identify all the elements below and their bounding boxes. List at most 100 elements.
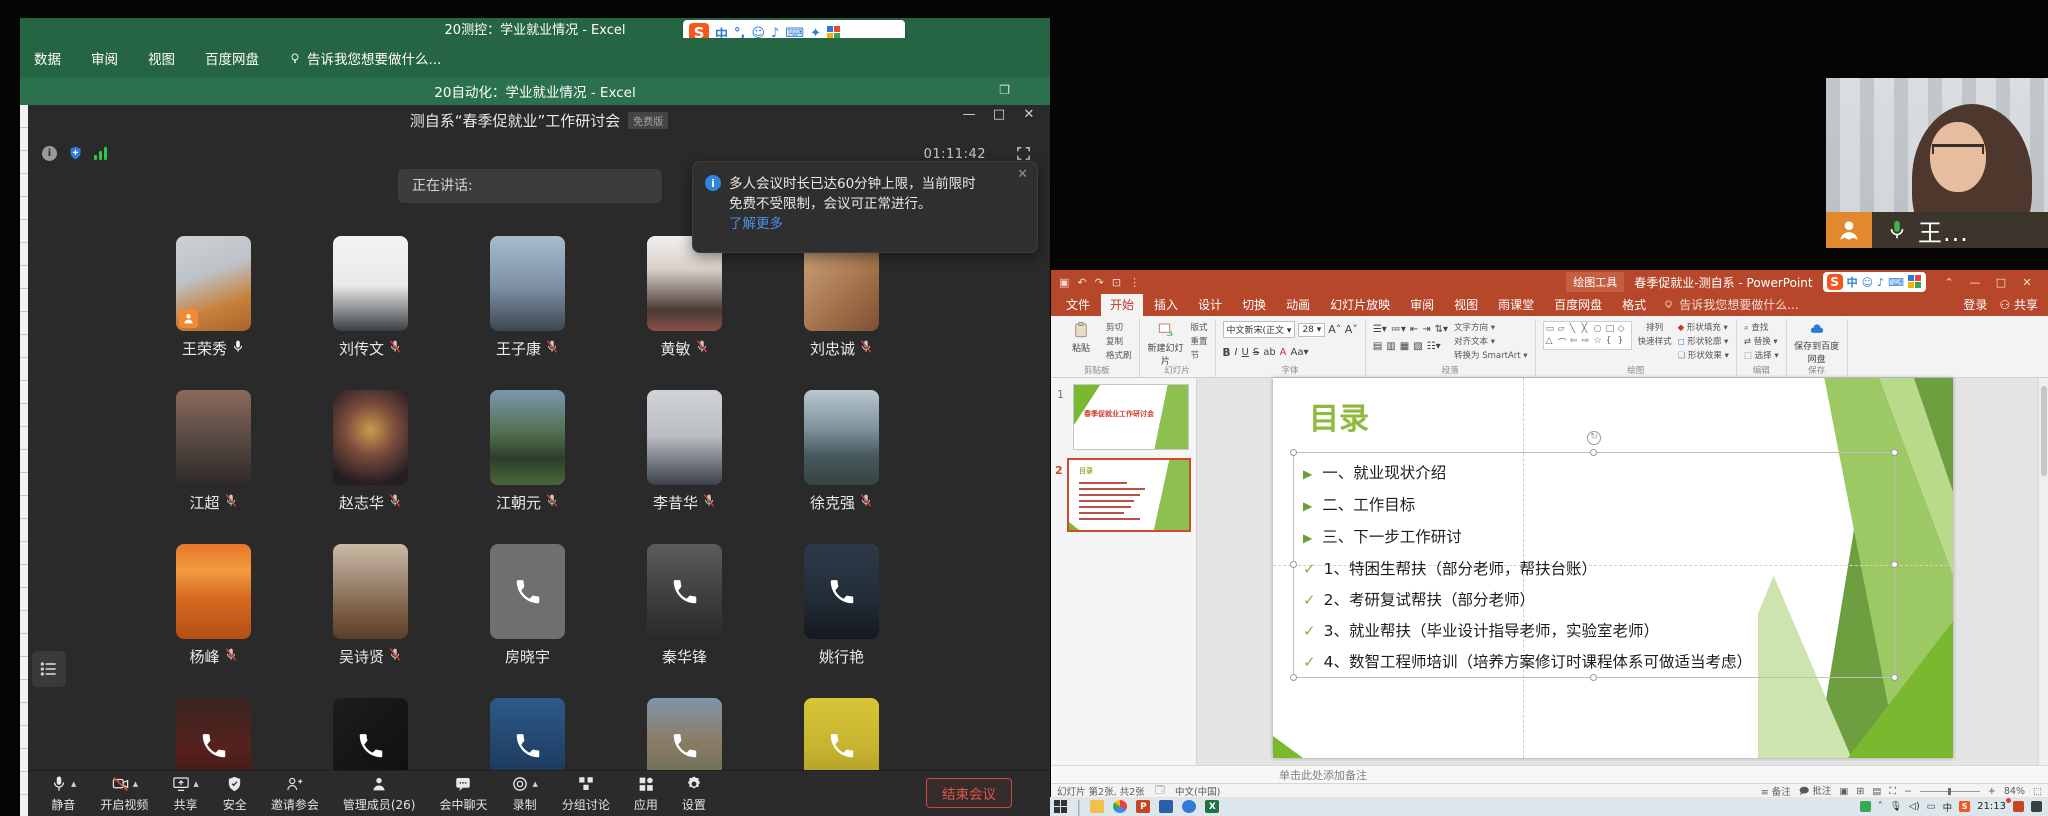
font-size-select[interactable]: 28 ▾ bbox=[1298, 323, 1325, 337]
redo-icon[interactable]: ↷ bbox=[1095, 276, 1104, 289]
ppt-minimize-button[interactable]: — bbox=[1962, 276, 1988, 289]
participant-tile[interactable]: 姚行艳 bbox=[763, 544, 920, 698]
replace-button[interactable]: ⇄ 替换 ▾ bbox=[1744, 335, 1779, 347]
quick-styles-button[interactable]: 快速样式 bbox=[1638, 335, 1672, 347]
ppt-tab-审阅[interactable]: 审阅 bbox=[1401, 293, 1443, 316]
close-button[interactable]: ✕ bbox=[1014, 107, 1044, 122]
ppt-tab-设计[interactable]: 设计 bbox=[1189, 293, 1231, 316]
end-meeting-button[interactable]: 结束会议 bbox=[926, 778, 1012, 808]
tray-volume-icon[interactable]: ◁) bbox=[1909, 801, 1920, 812]
toolbar-settings-button[interactable]: 设置 bbox=[682, 775, 706, 813]
resize-handle[interactable] bbox=[1590, 449, 1597, 456]
new-slide-button[interactable]: 新建幻灯片 bbox=[1147, 321, 1185, 367]
participant-tile[interactable]: 秦华锋 bbox=[606, 544, 763, 698]
clock[interactable]: 21:13 bbox=[1977, 801, 2006, 812]
toolbar-breakout-button[interactable]: 分组讨论 bbox=[562, 775, 610, 813]
excel-taskbar-icon[interactable]: X bbox=[1205, 800, 1219, 813]
ppt-tab-插入[interactable]: 插入 bbox=[1145, 293, 1187, 316]
powerpoint-taskbar-icon[interactable]: P bbox=[1136, 800, 1150, 813]
network-signal-icon[interactable] bbox=[94, 147, 107, 160]
minimize-button[interactable]: — bbox=[954, 107, 984, 122]
participant-tile[interactable]: 房晓宇 bbox=[449, 544, 606, 698]
ribbon-display-options-icon[interactable]: ⌃ bbox=[1936, 276, 1962, 289]
zoom-in-button[interactable]: + bbox=[1988, 786, 1996, 797]
view-slideshow-icon[interactable]: ⛶ bbox=[1889, 786, 1896, 797]
ime-emoji-icon[interactable]: ☺ bbox=[1862, 276, 1873, 289]
copy-button[interactable]: 复制 bbox=[1106, 335, 1132, 347]
participant-tile[interactable]: 刘传文 bbox=[292, 236, 449, 390]
undo-icon[interactable]: ↶ bbox=[1077, 276, 1086, 289]
align-buttons[interactable]: ▤▥▦▧☷▾ bbox=[1373, 341, 1448, 352]
ppt-tab-格式[interactable]: 格式 bbox=[1613, 293, 1655, 316]
participant-tile[interactable]: 江超 bbox=[135, 390, 292, 544]
zoom-out-button[interactable]: − bbox=[1904, 786, 1912, 797]
login-link[interactable]: 登录 bbox=[1963, 296, 1987, 313]
slide-title[interactable]: 目录 bbox=[1309, 394, 1369, 438]
resize-handle[interactable] bbox=[1891, 674, 1898, 681]
file-explorer-icon[interactable] bbox=[1090, 800, 1104, 813]
language-status[interactable]: 中文(中国) bbox=[1175, 784, 1220, 798]
participant-tile[interactable]: 李昔华 bbox=[606, 390, 763, 544]
resize-handle[interactable] bbox=[1891, 561, 1898, 568]
resize-handle[interactable] bbox=[1290, 449, 1297, 456]
qat-more-icon[interactable]: ⋮ bbox=[1129, 276, 1140, 289]
save-to-pan-button[interactable]: 保存到百度网盘 bbox=[1794, 321, 1840, 365]
tray-mic-icon[interactable]: 🎙 bbox=[1890, 801, 1902, 812]
participant-tile[interactable]: 赵志华 bbox=[292, 390, 449, 544]
excel-restore-icon[interactable]: ❐ bbox=[999, 83, 1010, 97]
ppt-tab-视图[interactable]: 视图 bbox=[1445, 293, 1487, 316]
ppt-tellme[interactable]: 告诉我您想要做什么... bbox=[1663, 296, 1798, 316]
ime-chinese-mode-icon[interactable]: 中 bbox=[1847, 274, 1858, 290]
tray-expand-icon[interactable]: ˄ bbox=[1878, 801, 1883, 812]
tray-sogou-icon[interactable]: S bbox=[1959, 801, 1970, 812]
ppt-tab-百度网盘[interactable]: 百度网盘 bbox=[1545, 293, 1611, 316]
slide-thumbnail-1[interactable]: 春季促就业工作研讨会 bbox=[1073, 384, 1189, 450]
resize-handle[interactable] bbox=[1290, 561, 1297, 568]
ime-skin-grid-icon[interactable] bbox=[1908, 275, 1922, 289]
select-button[interactable]: ⬚ 选择 ▾ bbox=[1744, 349, 1779, 361]
caret-icon[interactable]: ▲ bbox=[71, 780, 76, 788]
caret-icon[interactable]: ▲ bbox=[193, 780, 198, 788]
view-normal-icon[interactable]: ▣ bbox=[1839, 786, 1848, 797]
shapes-gallery[interactable]: ▭▱╲╳○□◇ △⌒⇦⇨☆{} bbox=[1543, 321, 1632, 350]
participant-tile[interactable]: 杨峰 bbox=[135, 544, 292, 698]
ppt-tab-文件[interactable]: 文件 bbox=[1057, 293, 1099, 316]
excel-tab-数据[interactable]: 数据 bbox=[34, 48, 61, 68]
text-direction-button[interactable]: 文字方向 ▾ bbox=[1454, 321, 1528, 333]
ppt-close-button[interactable]: ✕ bbox=[2014, 276, 2040, 289]
shape-outline-button[interactable]: ◻ 形状轮廓 ▾ bbox=[1678, 335, 1729, 347]
view-reading-icon[interactable]: ▤ bbox=[1872, 786, 1881, 797]
toolbar-share-button[interactable]: ▲共享 bbox=[172, 775, 198, 813]
toolbar-members-button[interactable]: 管理成员(26) bbox=[343, 775, 416, 813]
font-style-buttons[interactable]: BIUSabAAa▾ bbox=[1223, 347, 1309, 359]
reset-button[interactable]: 重置 bbox=[1191, 335, 1208, 347]
learn-more-link[interactable]: 了解更多 bbox=[729, 216, 783, 232]
layout-button[interactable]: 版式 bbox=[1191, 321, 1208, 333]
slide-thumbnail-2[interactable]: 目录 bbox=[1067, 458, 1191, 532]
arrange-button[interactable]: 排列 bbox=[1646, 321, 1663, 333]
meeting-titlebar[interactable]: 测自系“春季促就业”工作研讨会 免费版 — □ ✕ bbox=[28, 105, 1050, 135]
quick-access-toolbar[interactable]: ▣ ↶ ↷ ⊡ ⋮ bbox=[1059, 276, 1140, 289]
sogou-logo-icon[interactable]: S bbox=[1827, 274, 1843, 290]
tray-ppt-icon[interactable] bbox=[2013, 801, 2024, 812]
participant-tile[interactable]: 黄敏 bbox=[606, 236, 763, 390]
excel-tab-百度网盘[interactable]: 百度网盘 bbox=[205, 48, 259, 68]
excel-tellme[interactable]: 告诉我您想要做什么... bbox=[289, 48, 441, 68]
align-text-button[interactable]: 对齐文本 ▾ bbox=[1454, 335, 1528, 347]
ppt-tab-幻灯片放映[interactable]: 幻灯片放映 bbox=[1321, 293, 1399, 316]
chrome-icon[interactable] bbox=[1113, 800, 1127, 813]
resize-handle[interactable] bbox=[1891, 449, 1898, 456]
participant-tile[interactable]: 刘忠诚 bbox=[763, 236, 920, 390]
caret-icon[interactable]: ▲ bbox=[532, 780, 537, 788]
ime-mic-icon[interactable]: ♪ bbox=[1877, 276, 1884, 289]
resize-handle[interactable] bbox=[1290, 674, 1297, 681]
rotate-handle[interactable]: ↻ bbox=[1587, 431, 1601, 445]
excel-tab-审阅[interactable]: 审阅 bbox=[91, 48, 118, 68]
toolbar-mute-button[interactable]: ▲静音 bbox=[50, 775, 76, 813]
ppt-tab-切换[interactable]: 切换 bbox=[1233, 293, 1275, 316]
list-buttons[interactable]: ☰▾≔▾⇤⇥⇅▾ bbox=[1373, 324, 1448, 335]
excel-tab-视图[interactable]: 视图 bbox=[148, 48, 175, 68]
start-button[interactable] bbox=[1054, 800, 1067, 813]
app-blue-icon[interactable] bbox=[1159, 800, 1173, 813]
zoom-slider[interactable] bbox=[1920, 791, 1980, 792]
